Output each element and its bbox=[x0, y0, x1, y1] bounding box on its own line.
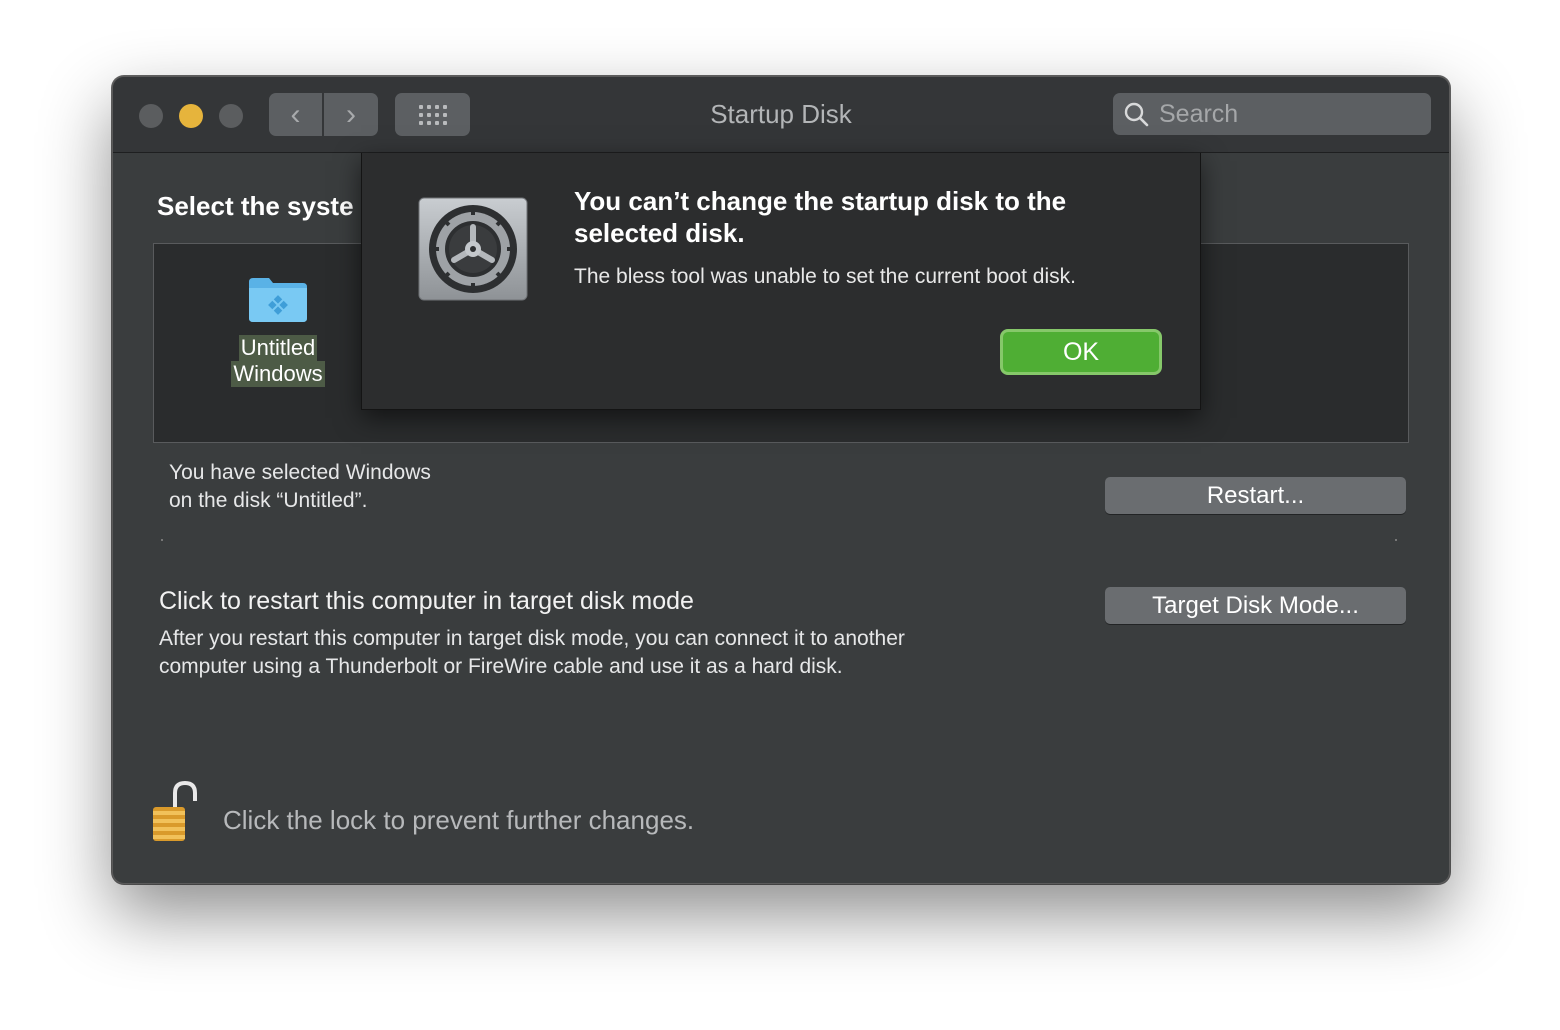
target-disk-mode-description: After you restart this computer in targe… bbox=[159, 627, 905, 678]
unlocked-lock-icon[interactable] bbox=[151, 779, 199, 843]
disk-label-line1: Untitled bbox=[238, 335, 318, 361]
system-preferences-gear-icon bbox=[418, 197, 528, 301]
target-disk-mode-title: Click to restart this computer in target… bbox=[159, 587, 694, 615]
title-bar: ‹ › Startup Disk Search bbox=[113, 77, 1449, 153]
selected-info-line2: on the disk “Untitled”. bbox=[169, 489, 368, 512]
selected-disk-info: You have selected Windows on the disk “U… bbox=[169, 459, 589, 515]
search-icon bbox=[1124, 102, 1149, 127]
search-field[interactable]: Search bbox=[1113, 93, 1431, 135]
alert-sheet: You can’t change the startup disk to the… bbox=[361, 153, 1201, 410]
alert-message: The bless tool was unable to set the cur… bbox=[574, 265, 1076, 288]
alert-title: You can’t change the startup disk to the… bbox=[574, 186, 1067, 248]
selected-info-line1: You have selected Windows bbox=[169, 461, 431, 484]
search-placeholder: Search bbox=[1159, 100, 1239, 128]
restart-button[interactable]: Restart... bbox=[1105, 477, 1406, 514]
windows-folder-icon bbox=[249, 278, 307, 322]
disk-label-line2: Windows bbox=[231, 361, 325, 387]
lock-message: Click the lock to prevent further change… bbox=[223, 805, 695, 835]
target-disk-mode-button[interactable]: Target Disk Mode... bbox=[1105, 587, 1406, 624]
disk-item-untitled-windows[interactable]: Untitled Windows bbox=[230, 274, 326, 387]
select-system-heading: Select the syste bbox=[157, 191, 354, 221]
ok-button[interactable]: OK bbox=[1000, 329, 1162, 375]
startup-disk-window: ‹ › Startup Disk Search Select the syste bbox=[112, 76, 1450, 884]
